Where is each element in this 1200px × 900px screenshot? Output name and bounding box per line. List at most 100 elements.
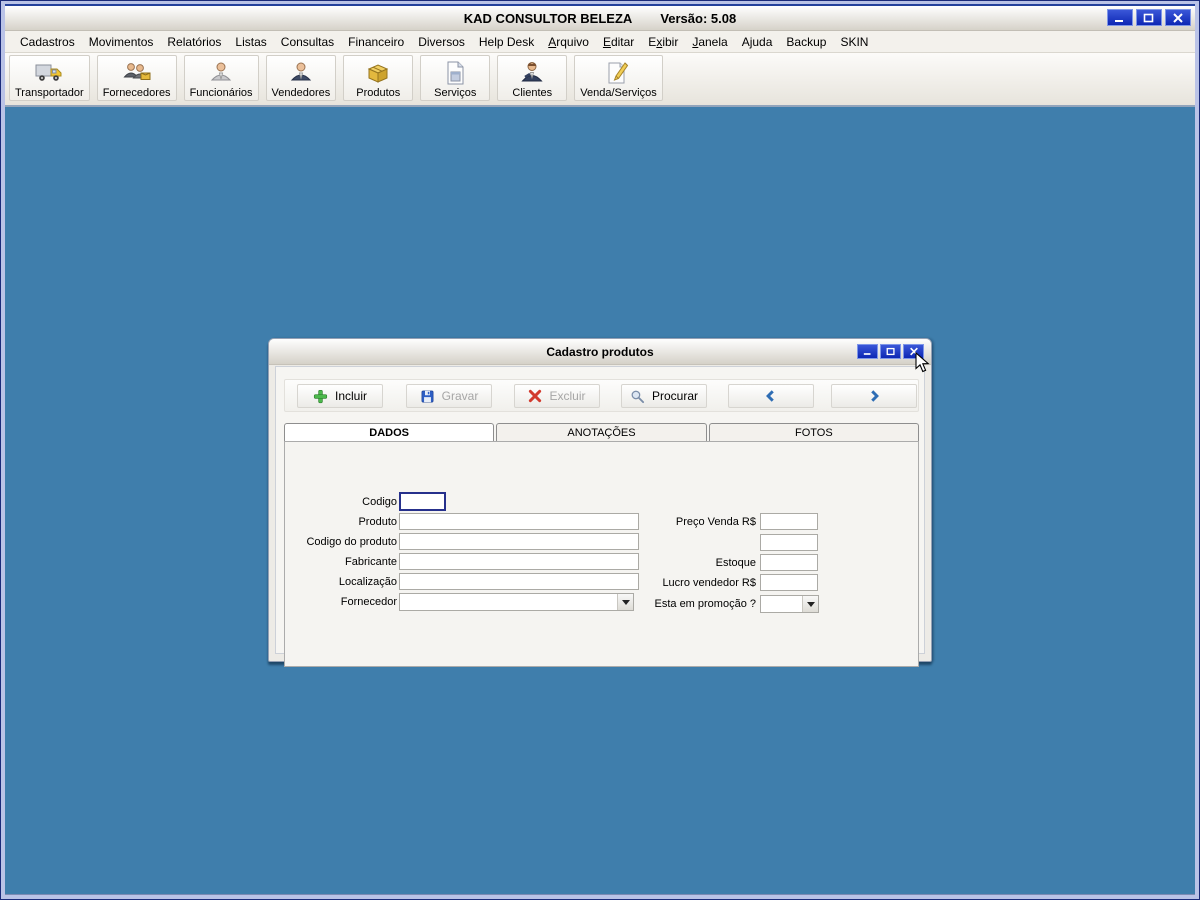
dialog-titlebar: Cadastro produtos	[269, 339, 931, 365]
estoque-input[interactable]	[760, 554, 818, 571]
toolbar-label: Funcionários	[189, 87, 253, 99]
dialog-button-panel: Incluir Gravar Excluir Procurar	[284, 379, 919, 412]
menu-backup[interactable]: Backup	[779, 32, 833, 52]
incluir-button[interactable]: Incluir	[297, 384, 383, 408]
seller-icon	[287, 59, 315, 87]
chevron-right-icon	[871, 390, 879, 402]
menu-exibir[interactable]: Exibir	[641, 32, 685, 52]
menu-janela[interactable]: Janela	[685, 32, 734, 52]
menu-cadastros[interactable]: Cadastros	[13, 32, 82, 52]
toolbar-transportador-button[interactable]: Transportador	[9, 55, 90, 101]
fabricante-label: Fabricante	[345, 556, 397, 568]
toolbar-clientes-button[interactable]: Clientes	[497, 55, 568, 101]
client-icon	[518, 59, 546, 87]
minimize-icon	[863, 353, 870, 355]
cadastro-produtos-dialog: Cadastro produtos Incluir Gravar Excluir…	[268, 338, 932, 667]
mouse-cursor	[915, 352, 930, 373]
tab-anotacoes[interactable]: ANOTAÇÕES	[496, 423, 707, 442]
fornecedor-combobox[interactable]	[399, 593, 634, 611]
document-icon	[442, 59, 468, 87]
maximize-icon	[886, 347, 895, 356]
maximize-icon	[1143, 13, 1154, 22]
menu-helpdesk[interactable]: Help Desk	[472, 32, 541, 52]
lucro-vendedor-input[interactable]	[760, 574, 818, 591]
gravar-button[interactable]: Gravar	[406, 384, 492, 408]
localizacao-label: Localização	[338, 576, 397, 588]
toolbar-label: Transportador	[15, 87, 84, 99]
app-title: KAD CONSULTOR BELEZA	[463, 10, 633, 26]
box-icon	[363, 59, 393, 87]
toolbar-label: Clientes	[512, 87, 553, 99]
close-icon	[1173, 12, 1183, 23]
preco-venda-label: Preço Venda R$	[675, 516, 756, 528]
menu-consultas[interactable]: Consultas	[274, 32, 341, 52]
toolbar-fornecedores-button[interactable]: Fornecedores	[96, 55, 177, 101]
lucro-vendedor-label: Lucro vendedor R$	[662, 577, 756, 589]
codigo-label: Codigo	[362, 496, 397, 508]
excluir-label: Excluir	[549, 389, 586, 403]
codigo-do-produto-label: Codigo do produto	[306, 536, 397, 548]
toolbar-venda-servicos-button[interactable]: Venda/Serviços	[574, 55, 663, 101]
menu-relatorios[interactable]: Relatórios	[160, 32, 228, 52]
codigo-do-produto-input[interactable]	[399, 533, 639, 550]
excluir-button[interactable]: Excluir	[514, 384, 600, 408]
toolbar-funcionarios-button[interactable]: Funcionários	[183, 55, 259, 101]
toolbar-label: Venda/Serviços	[580, 87, 657, 99]
window-controls	[1107, 9, 1191, 26]
toolbar-label: Produtos	[356, 87, 401, 99]
truck-icon	[33, 59, 65, 87]
chevron-down-icon	[806, 601, 815, 607]
localizacao-input[interactable]	[399, 573, 639, 590]
menu-financeiro[interactable]: Financeiro	[341, 32, 411, 52]
plus-icon	[313, 389, 328, 403]
chevron-left-icon	[766, 390, 774, 402]
minimize-button[interactable]	[1107, 9, 1133, 26]
document-pencil-icon	[603, 59, 633, 87]
promocao-label: Esta em promoção ?	[654, 598, 757, 610]
tab-fotos[interactable]: FOTOS	[708, 423, 919, 442]
preco-venda-input[interactable]	[760, 513, 818, 530]
dialog-maximize-button[interactable]	[880, 344, 901, 359]
gravar-label: Gravar	[441, 389, 479, 403]
menu-movimentos[interactable]: Movimentos	[82, 32, 161, 52]
fabricante-input[interactable]	[399, 553, 639, 570]
menu-arquivo[interactable]: Arquivo	[541, 32, 596, 52]
toolbar-label: Fornecedores	[102, 87, 171, 99]
toolbar-label: Serviços	[434, 87, 477, 99]
dialog-window-controls	[857, 344, 924, 359]
fornecedor-label: Fornecedor	[340, 596, 397, 608]
previous-record-button[interactable]	[728, 384, 814, 408]
save-icon	[421, 390, 434, 402]
procurar-button[interactable]: Procurar	[621, 384, 707, 408]
employee-icon	[207, 59, 235, 87]
produto-label: Produto	[358, 516, 397, 528]
toolbar-label: Vendedores	[271, 87, 331, 99]
dialog-minimize-button[interactable]	[857, 344, 878, 359]
dialog-tabs: DADOS ANOTAÇÕES FOTOS	[284, 423, 919, 442]
promocao-dropdown-button[interactable]	[802, 596, 818, 612]
procurar-label: Procurar	[651, 389, 698, 403]
menu-diversos[interactable]: Diversos	[411, 32, 472, 52]
produto-input[interactable]	[399, 513, 639, 530]
tab-content-dados: Codigo Produto Codigo do produto Fabrica…	[284, 441, 919, 667]
menu-editar[interactable]: Editar	[596, 32, 641, 52]
toolbar-vendedores-button[interactable]: Vendedores	[265, 55, 337, 101]
promocao-combobox[interactable]	[760, 595, 819, 613]
toolbar-produtos-button[interactable]: Produtos	[343, 55, 414, 101]
dialog-title: Cadastro produtos	[546, 344, 654, 359]
suppliers-icon	[121, 59, 153, 87]
tab-dados[interactable]: DADOS	[284, 423, 495, 442]
app-titlebar: KAD CONSULTOR BELEZA Versão: 5.08	[5, 6, 1195, 31]
codigo-input[interactable]	[399, 492, 446, 511]
menu-skin[interactable]: SKIN	[833, 32, 875, 52]
next-record-button[interactable]	[831, 384, 917, 408]
toolbar-servicos-button[interactable]: Serviços	[420, 55, 491, 101]
maximize-button[interactable]	[1136, 9, 1162, 26]
menubar: Cadastros Movimentos Relatórios Listas C…	[5, 31, 1195, 53]
minimize-icon	[1115, 19, 1123, 22]
close-button[interactable]	[1165, 9, 1191, 26]
incluir-label: Incluir	[334, 389, 367, 403]
menu-ajuda[interactable]: Ajuda	[735, 32, 780, 52]
campo-extra-input[interactable]	[760, 534, 818, 551]
menu-listas[interactable]: Listas	[228, 32, 273, 52]
